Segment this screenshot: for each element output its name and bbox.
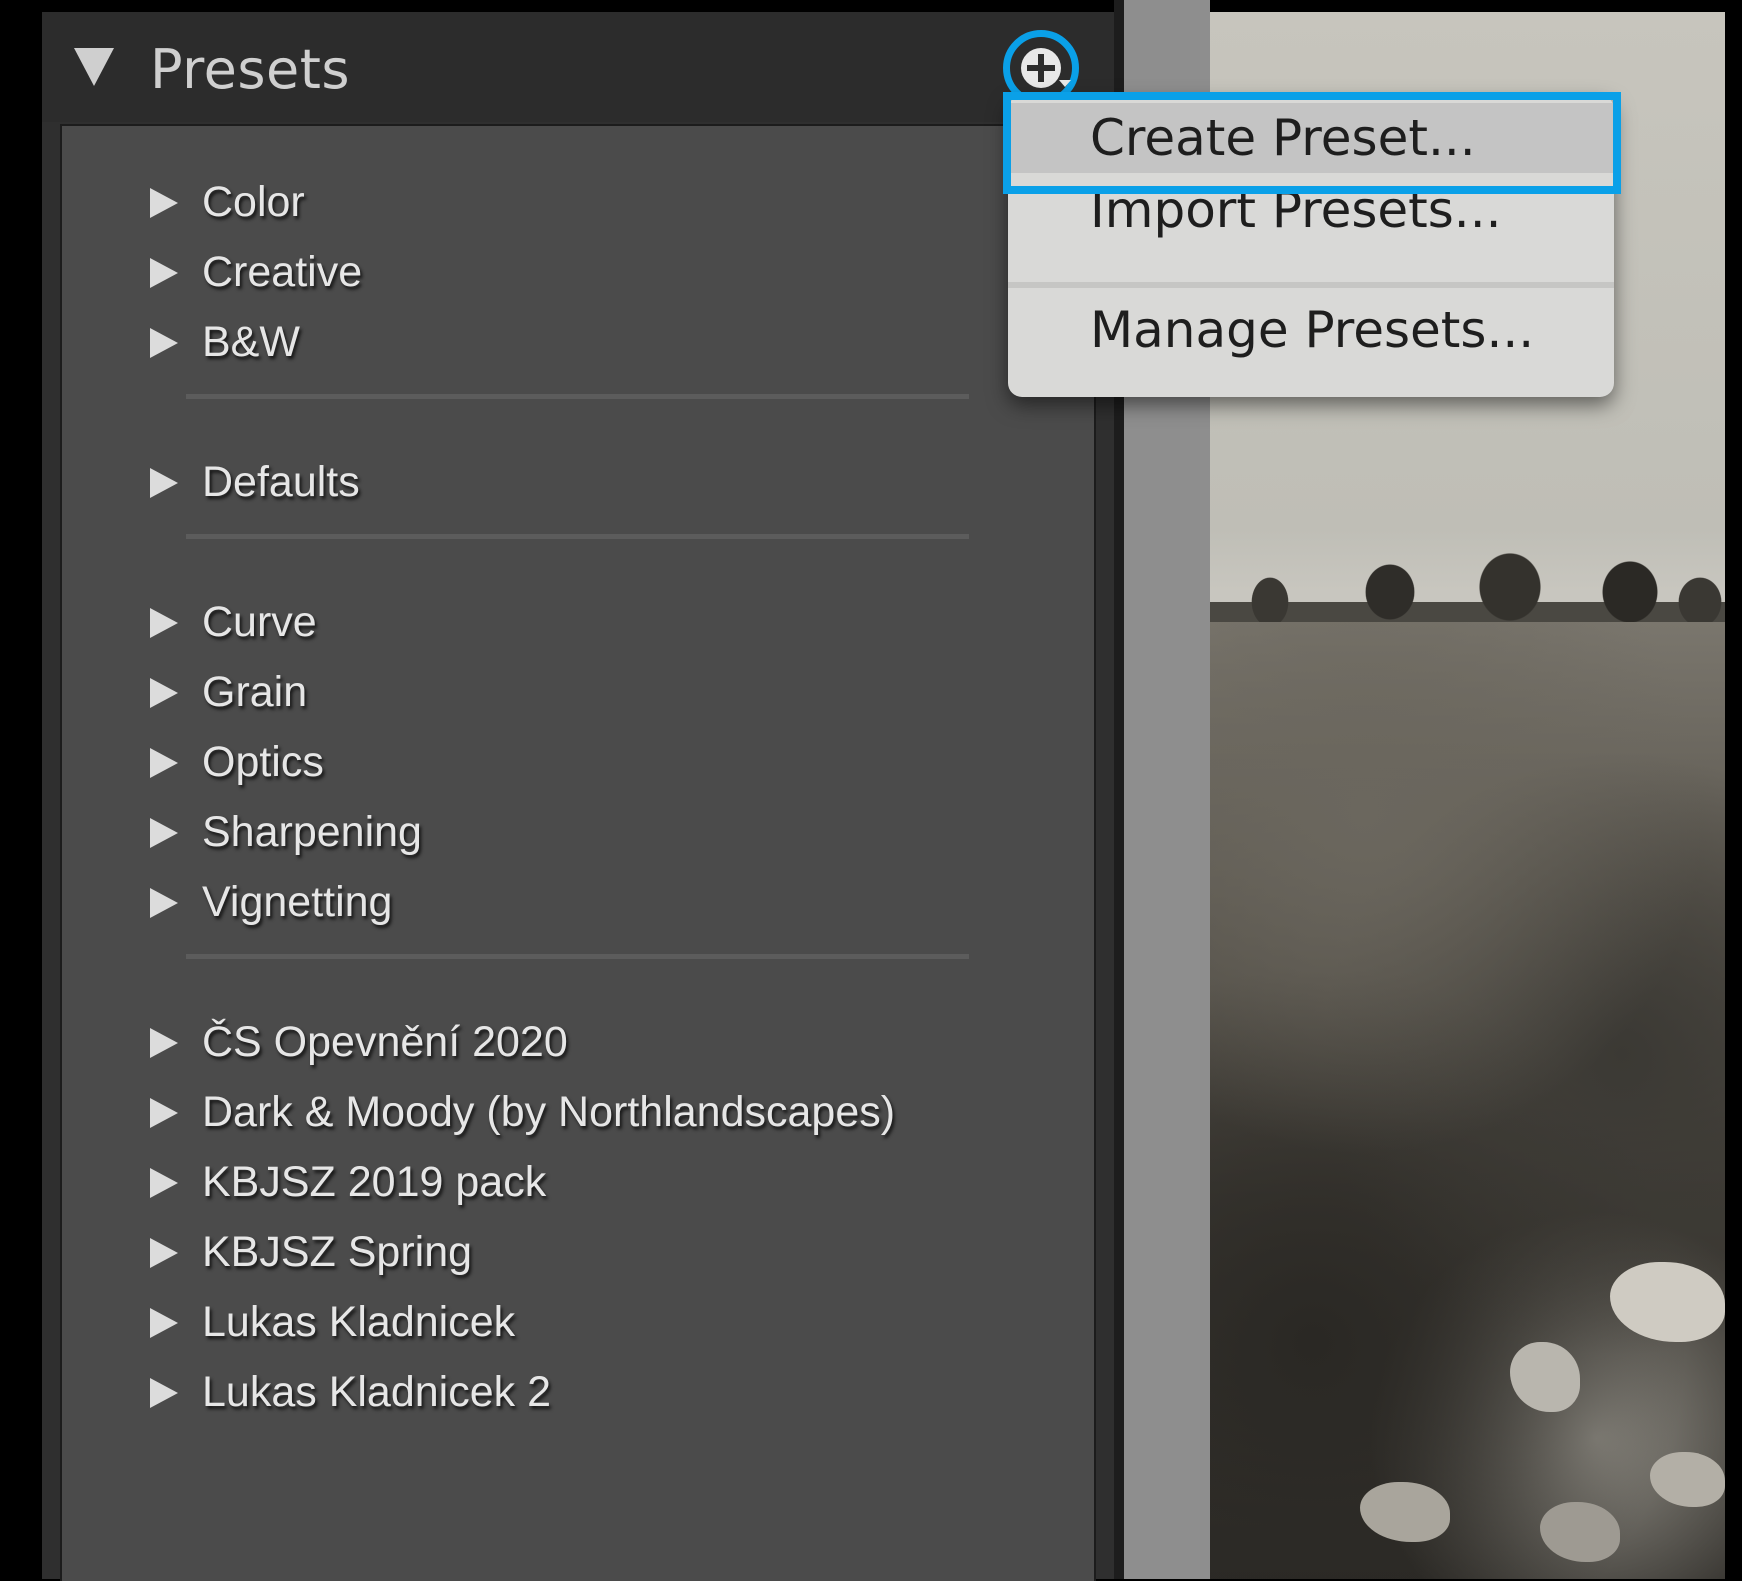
photo-field: [1210, 622, 1725, 1579]
preset-group-label: Optics: [202, 738, 324, 786]
triangle-right-icon[interactable]: [150, 678, 178, 708]
photo-rock: [1610, 1262, 1725, 1342]
triangle-right-icon[interactable]: [150, 1028, 178, 1058]
triangle-right-icon[interactable]: [150, 188, 178, 218]
triangle-down-icon[interactable]: [74, 48, 114, 86]
triangle-right-icon[interactable]: [150, 1378, 178, 1408]
preset-group-label: KBJSZ 2019 pack: [202, 1158, 547, 1206]
highlight-frame: [1003, 92, 1621, 194]
triangle-right-icon[interactable]: [150, 888, 178, 918]
preset-group-sharpening[interactable]: Sharpening: [62, 800, 1062, 870]
preset-group-label: Vignetting: [202, 878, 393, 926]
preset-group-grain[interactable]: Grain: [62, 660, 1062, 730]
plus-circle-icon[interactable]: [1021, 48, 1061, 88]
preset-group-defaults[interactable]: Defaults: [62, 450, 1062, 520]
preset-group-dark-moody[interactable]: Dark & Moody (by Northlandscapes): [62, 1080, 1062, 1150]
photo-rock: [1510, 1342, 1580, 1412]
preset-group-vignetting[interactable]: Vignetting: [62, 870, 1062, 940]
preset-group-label: KBJSZ Spring: [202, 1228, 473, 1276]
preset-group-creative[interactable]: Creative: [62, 240, 1062, 310]
group-divider: [186, 954, 969, 959]
triangle-right-icon[interactable]: [150, 1308, 178, 1338]
preset-group-label: Curve: [202, 598, 317, 646]
panel-title: Presets: [150, 38, 351, 101]
triangle-right-icon[interactable]: [150, 258, 178, 288]
menu-item-label: Manage Presets...: [1090, 301, 1535, 359]
preset-group-label: Creative: [202, 248, 363, 296]
preset-group-kbjsz-spring[interactable]: KBJSZ Spring: [62, 1220, 1062, 1290]
triangle-right-icon[interactable]: [150, 328, 178, 358]
preset-group-curve[interactable]: Curve: [62, 590, 1062, 660]
preset-group-kbjsz-2019[interactable]: KBJSZ 2019 pack: [62, 1150, 1062, 1220]
preset-group-label: Dark & Moody (by Northlandscapes): [202, 1088, 896, 1136]
preset-group-list: Color Creative B&W Defaults Curve Grain …: [60, 124, 1096, 1581]
triangle-right-icon[interactable]: [150, 608, 178, 638]
preset-group-label: Color: [202, 178, 305, 226]
presets-panel-header[interactable]: Presets: [42, 12, 1114, 122]
preset-group-color[interactable]: Color: [62, 170, 1062, 240]
preset-group-label: Grain: [202, 668, 308, 716]
group-divider: [186, 394, 969, 399]
preset-group-label: ČS Opevnění 2020: [202, 1018, 568, 1066]
preset-group-lukas-kladnicek-2[interactable]: Lukas Kladnicek 2: [62, 1360, 1062, 1430]
preset-group-label: Lukas Kladnicek: [202, 1298, 516, 1346]
menu-item-manage-presets[interactable]: Manage Presets...: [1008, 295, 1614, 365]
preset-group-label: Lukas Kladnicek 2: [202, 1368, 551, 1416]
presets-panel: Presets Color Creative B&W Defaults Curv…: [42, 12, 1114, 1581]
photo-rock: [1650, 1452, 1725, 1507]
preset-group-label: Defaults: [202, 458, 360, 506]
preset-group-lukas-kladnicek[interactable]: Lukas Kladnicek: [62, 1290, 1062, 1360]
triangle-right-icon[interactable]: [150, 468, 178, 498]
menu-divider: [1008, 282, 1614, 288]
photo-treeline: [1210, 532, 1725, 632]
preset-group-cs-opevneni[interactable]: ČS Opevnění 2020: [62, 1010, 1062, 1080]
triangle-right-icon[interactable]: [150, 818, 178, 848]
preset-group-bw[interactable]: B&W: [62, 310, 1062, 380]
preset-group-label: B&W: [202, 318, 300, 366]
caret-down-icon: [1059, 80, 1071, 87]
preset-group-optics[interactable]: Optics: [62, 730, 1062, 800]
preset-group-label: Sharpening: [202, 808, 422, 856]
photo-rock: [1360, 1482, 1450, 1542]
photo-rock: [1540, 1502, 1620, 1562]
triangle-right-icon[interactable]: [150, 1238, 178, 1268]
triangle-right-icon[interactable]: [150, 1098, 178, 1128]
group-divider: [186, 534, 969, 539]
triangle-right-icon[interactable]: [150, 1168, 178, 1198]
triangle-right-icon[interactable]: [150, 748, 178, 778]
